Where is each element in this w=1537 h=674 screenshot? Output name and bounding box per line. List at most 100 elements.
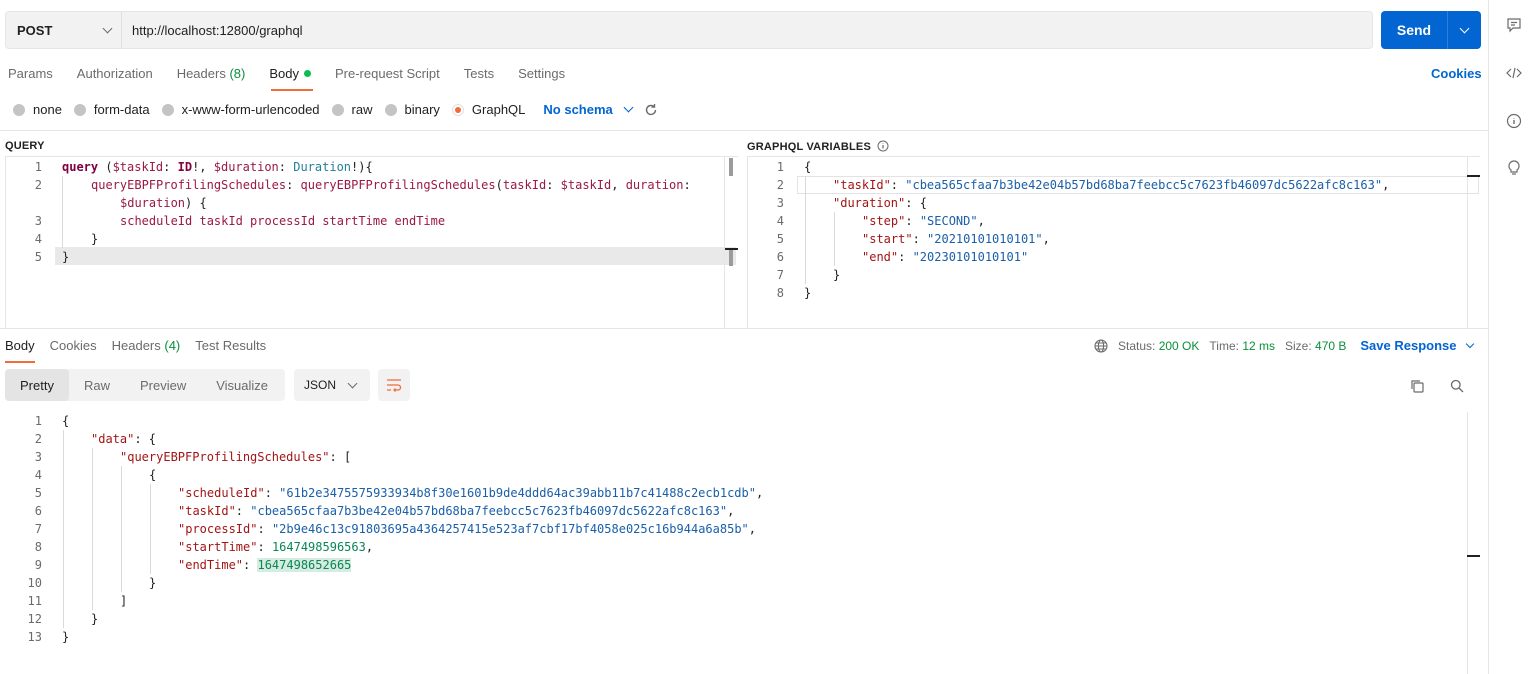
line-number: 1 <box>776 160 784 174</box>
code-line: "duration": { <box>833 196 927 210</box>
code-line: ] <box>120 594 128 608</box>
tab-body[interactable]: Body <box>269 66 311 81</box>
line-number: 1 <box>34 414 42 428</box>
code-line: query ($taskId: ID!, $duration: Duration… <box>62 158 373 176</box>
token: : <box>286 178 301 192</box>
radio-raw[interactable]: raw <box>331 102 373 117</box>
code-line: "start": "20210101010101", <box>862 232 1050 246</box>
format-select[interactable]: JSON <box>294 369 370 401</box>
code-line: } <box>833 268 841 282</box>
code-line: "startTime": 1647498596563, <box>178 540 374 554</box>
radio-urlencoded[interactable]: x-www-form-urlencoded <box>161 102 320 117</box>
token: $taskId <box>112 160 164 174</box>
chevron-down-icon <box>1465 339 1474 348</box>
cookies-link[interactable]: Cookies <box>1431 66 1482 81</box>
request-tabs: Params Authorization Headers (8) Body Pr… <box>8 66 565 81</box>
token: : <box>546 178 561 192</box>
variables-editor-border-top <box>747 156 1480 157</box>
radio-dot <box>384 103 397 116</box>
right-sidebar <box>1488 0 1537 674</box>
send-options-button[interactable] <box>1448 23 1481 33</box>
token: taskId <box>502 178 547 192</box>
divider <box>0 328 1488 329</box>
tab-settings[interactable]: Settings <box>518 66 565 81</box>
token: $duration <box>213 160 279 174</box>
save-response-button[interactable]: Save Response <box>1360 338 1474 353</box>
token: "taskId" <box>178 504 236 518</box>
radio-dot <box>73 103 86 116</box>
refresh-icon[interactable] <box>644 103 658 117</box>
lightbulb-icon[interactable] <box>1506 160 1522 176</box>
tab-response-headers[interactable]: Headers (4) <box>112 338 181 363</box>
copy-icon[interactable] <box>1410 379 1424 393</box>
format-label: JSON <box>304 378 337 392</box>
token: "taskId" <box>833 178 891 192</box>
code-line: } <box>91 612 99 626</box>
radio-binary[interactable]: binary <box>384 102 440 117</box>
chevron-down-icon <box>623 102 634 113</box>
tab-test-results[interactable]: Test Results <box>195 338 266 363</box>
code-line: { <box>62 414 70 428</box>
wrap-lines-button[interactable] <box>378 369 410 401</box>
token: "startTime" <box>178 540 258 554</box>
tab-params[interactable]: Params <box>8 66 53 81</box>
comment-icon[interactable] <box>1506 17 1522 33</box>
tab-authorization[interactable]: Authorization <box>77 66 153 81</box>
body-type-selector: none form-data x-www-form-urlencoded raw… <box>13 102 658 117</box>
method-label: POST <box>17 22 53 38</box>
line-number: 4 <box>34 468 42 482</box>
search-icon[interactable] <box>1450 379 1464 393</box>
token: "processId" <box>178 522 258 536</box>
globe-icon[interactable] <box>1094 338 1108 353</box>
code-line: "endTime": 1647498652665 <box>178 558 352 572</box>
query-scrollbar-thumb[interactable] <box>729 248 733 266</box>
radio-graphql[interactable]: GraphQL <box>451 102 525 117</box>
token: 1647498596563 <box>271 540 366 554</box>
line-number: 12 <box>27 612 42 626</box>
tab-prerequest[interactable]: Pre-request Script <box>335 66 440 81</box>
token: "61b2e3475575933934b8f30e1601b9de4ddd64a… <box>279 486 756 500</box>
tab-response-cookies[interactable]: Cookies <box>50 338 97 363</box>
code-line: $duration) { <box>120 194 207 212</box>
tab-tests[interactable]: Tests <box>464 66 494 81</box>
radio-form-data[interactable]: form-data <box>73 102 150 117</box>
token: "queryEBPFProfilingSchedules" <box>120 450 330 464</box>
tab-response-body[interactable]: Body <box>5 338 35 363</box>
view-pretty[interactable]: Pretty <box>5 369 69 401</box>
token: "end" <box>862 250 899 264</box>
active-tab-underline <box>271 89 313 91</box>
code-line: } <box>91 232 99 246</box>
url-input[interactable]: http://localhost:12800/graphql <box>122 23 303 38</box>
line-number: 7 <box>776 268 784 282</box>
token: "SECOND" <box>919 214 978 228</box>
variables-heading: GRAPHQL VARIABLES <box>747 140 889 153</box>
line-number: 3 <box>34 450 42 464</box>
divider <box>0 130 1488 131</box>
view-raw[interactable]: Raw <box>69 369 125 401</box>
method-select[interactable]: POST <box>6 12 122 48</box>
tab-headers[interactable]: Headers (8) <box>177 66 246 81</box>
code-icon[interactable] <box>1506 65 1522 81</box>
status-label: Status: <box>1118 338 1156 353</box>
radio-none[interactable]: none <box>13 102 62 117</box>
token: "20230101010101" <box>912 250 1029 264</box>
indent-guide <box>805 176 806 284</box>
line-number: 4 <box>34 232 42 246</box>
info-icon[interactable] <box>1506 113 1522 129</box>
code-line: "step": "SECOND", <box>862 214 985 228</box>
code-line: { <box>804 160 812 174</box>
info-icon[interactable] <box>877 140 889 152</box>
send-button[interactable]: Send <box>1381 22 1447 38</box>
line-number: 6 <box>776 250 784 264</box>
wrap-lines-icon <box>387 379 402 392</box>
view-visualize[interactable]: Visualize <box>201 369 283 401</box>
send-button-group: Send <box>1381 11 1481 49</box>
response-meta: Status: 200 OK Time: 12 ms Size: 470 B S… <box>1094 338 1474 353</box>
query-scrollbar[interactable] <box>729 158 733 176</box>
radio-dot <box>331 103 344 116</box>
token: , <box>611 178 626 192</box>
view-preview[interactable]: Preview <box>125 369 201 401</box>
token: : <box>683 178 691 192</box>
radio-dot-selected <box>451 103 464 116</box>
schema-select[interactable]: No schema <box>543 102 634 117</box>
